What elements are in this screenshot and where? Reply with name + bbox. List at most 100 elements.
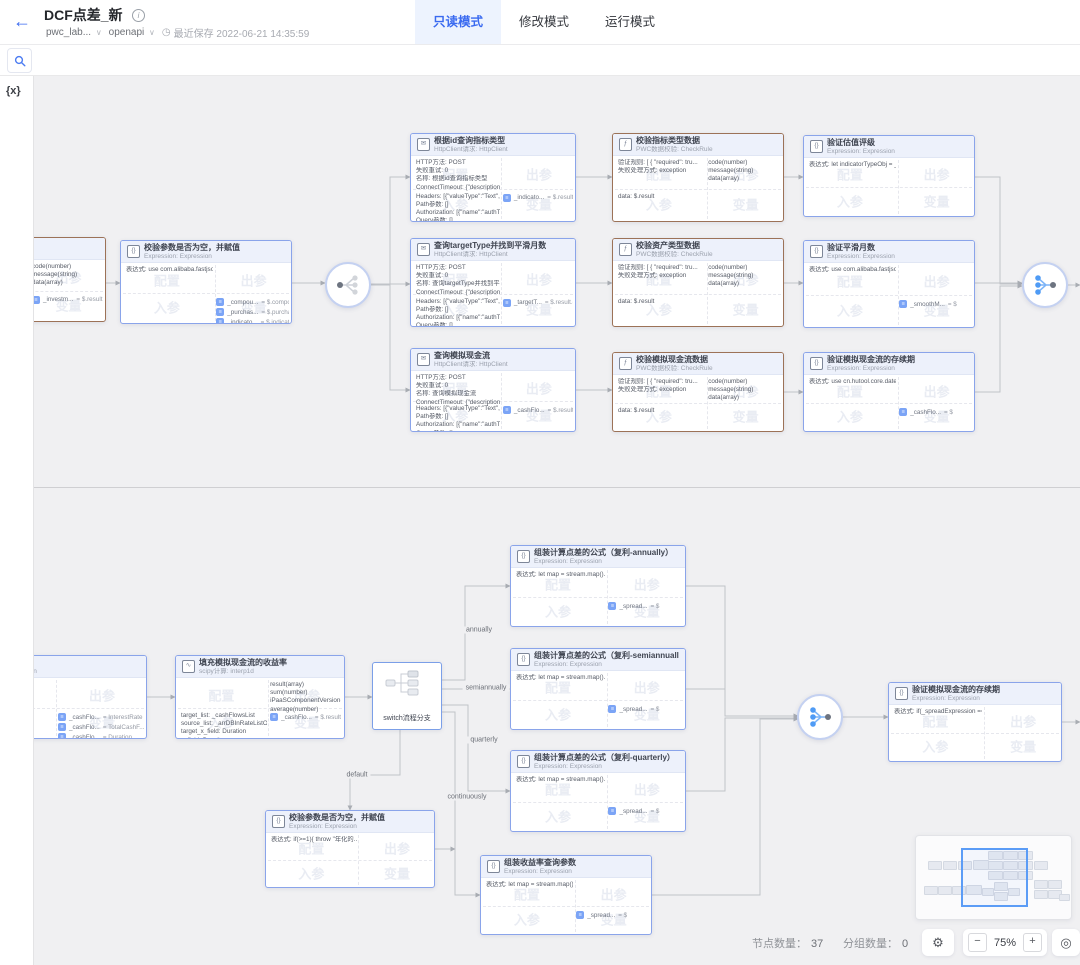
watermark-input: 入参 (154, 298, 180, 317)
fit-view-icon: ◎ (1060, 935, 1071, 951)
zoom-out-button[interactable]: − (968, 933, 987, 952)
variable-icon: ≡ (899, 408, 907, 416)
node-body: 配置 出参 入参 变量 验证规则: [ { "required": tru...… (613, 261, 783, 326)
variables-panel-toggle[interactable]: {x} (6, 85, 21, 97)
flow-node-verify-smooth-months[interactable]: {} 验证平滑月数 Expression: Expression 配置 出参 入… (803, 240, 975, 328)
tab-readonly-mode[interactable]: 只读模式 (415, 0, 501, 44)
node-body: 配置 出参 入参 变量 验证规则: [ { "required": tru...… (613, 156, 783, 221)
http-node-icon: ✉ (417, 353, 430, 366)
minimap[interactable] (915, 835, 1072, 920)
variable-icon: ≡ (216, 308, 224, 316)
quadrant-divider (806, 187, 972, 188)
node-output-variables: ≡_cashFlo... = $.result (270, 713, 342, 721)
minimap-node (928, 861, 942, 870)
info-icon[interactable]: i (132, 9, 145, 22)
node-header: {} 验证平滑月数 Expression: Expression (804, 241, 974, 263)
node-config-right: code(number)message(string)data(array) (708, 264, 780, 289)
node-output-variables: ≡_compou... = $.compoun...≡_purchas... =… (216, 298, 289, 323)
flow-node-formula-annually[interactable]: {} 组装计算点差的公式（复利-annually） Expression: Ex… (510, 545, 686, 627)
quadrant-divider (268, 860, 432, 861)
node-config-secondary: Headers: [{"valueType":"Text","n...Path参… (416, 405, 500, 431)
settings-button[interactable]: ⚙ (922, 929, 954, 956)
flow-node-check-params-assign-2[interactable]: {} 校验参数是否为空，并赋值 Expression: Expression 配… (265, 810, 435, 888)
join-connector-node[interactable] (797, 694, 843, 740)
node-subtitle: Expression: Expression (144, 253, 240, 261)
node-config: 表达式: let map = stream.map()... (486, 881, 573, 889)
flow-node-check-asset-type[interactable]: ƒ 校验资产类型数据 PWC数据校验: CheckRule 配置 出参 入参 变… (612, 238, 784, 327)
app-header: ← DCF点差_新 i pwc_lab... ∨ openapi ∨ ◷ 最近保… (0, 0, 1080, 45)
search-button[interactable] (7, 48, 32, 73)
http-node-icon: ✉ (417, 243, 430, 256)
node-output-variables: ≡_spread... = $ (576, 911, 649, 919)
minimap-node (1034, 861, 1048, 870)
flow-node-http-target-type[interactable]: ✉ 查询targetType并找到平滑月数 HttpClient请求: Http… (410, 238, 576, 327)
node-config: 表达式: let map = stream.map()... (516, 571, 605, 579)
variable-icon: ≡ (608, 705, 616, 713)
zoom-in-button[interactable]: + (1023, 933, 1042, 952)
join-connector-node[interactable] (1022, 262, 1068, 308)
environment-select[interactable]: openapi ∨ (109, 27, 155, 38)
watermark-variable: 变量 (733, 195, 759, 214)
node-header: ✉ 查询模拟现金流 HttpClient请求: HttpClient (411, 349, 575, 371)
node-config-right: code(number)message(string)data(array) (708, 378, 780, 403)
zoom-level: 75% (994, 937, 1016, 949)
watermark-input: 入参 (298, 863, 324, 882)
node-config-right: code(number)message(string)data(array) (32, 263, 102, 288)
chevron-down-icon: ∨ (96, 28, 102, 37)
flow-node-http-indicator-type[interactable]: ✉ 根据id查询指标类型 HttpClient请求: HttpClient 配置… (410, 133, 576, 222)
tab-edit-mode[interactable]: 修改模式 (501, 0, 587, 44)
tab-run-mode[interactable]: 运行模式 (587, 0, 673, 44)
flow-node-formula-quarterly[interactable]: {} 组装计算点差的公式（复利-quarterly） Expression: E… (510, 750, 686, 832)
variable-icon: ≡ (503, 406, 511, 414)
node-config: 表达式: use com.alibaba.fastjson... (809, 266, 896, 274)
node-body: 配置 出参 入参 变量 表达式: let map = stream.map().… (481, 878, 651, 934)
quadrant-divider (615, 403, 781, 404)
flow-node-verify-cash-flow-duration[interactable]: {} 验证模拟现金流的存续期 Expression: Expression 配置… (803, 352, 975, 432)
flow-node-verify-duration-final[interactable]: {} 验证模拟现金流的存续期 Expression: Expression 配置… (888, 682, 1062, 762)
flow-node-check-indicator-type[interactable]: ƒ 校验指标类型数据 PWC数据校验: CheckRule 配置 出参 入参 变… (612, 133, 784, 222)
node-subtitle: Expression: Expression (827, 365, 915, 373)
workspace-select[interactable]: pwc_lab... ∨ (46, 27, 102, 38)
edge-label-semiannually: semiannually (463, 685, 510, 692)
node-body: 配置 出参 入参 变量 表达式: use com.alibaba.fastjso… (121, 263, 291, 323)
flow-node-verify-valuation[interactable]: {} 验证估值评级 Expression: Expression 配置 出参 入… (803, 135, 975, 217)
node-header: ✉ 查询targetType并找到平滑月数 HttpClient请求: Http… (411, 239, 575, 261)
last-saved-status: ◷ 最近保存 2022-06-21 14:35:59 (162, 25, 309, 40)
node-config: 验证规则: [ { "required": tru...失败处理方式: exce… (618, 264, 705, 280)
node-config: HTTP方法: POST失败重试: 0名称: 查询模拟现金流ConnectTim… (416, 374, 500, 407)
chevron-down-icon: ∨ (149, 28, 155, 37)
watermark-input: 入参 (545, 806, 571, 825)
quadrant-divider (891, 733, 1059, 734)
flow-node-check-params-assign[interactable]: {} 校验参数是否为空，并赋值 Expression: Expression 配… (120, 240, 292, 324)
edge-label-continuously: continuously (445, 794, 490, 801)
quadrant-divider (513, 597, 683, 598)
flow-node-switch-branch[interactable]: switch流程分支 (372, 662, 442, 730)
flow-canvas[interactable]: {x} 节点数量：37 分组数量：0 ⚙ − 75% + ◎ ƒ 配置 出参 入… (0, 75, 1080, 965)
node-output-variables: ≡_spread... = $ (608, 602, 683, 610)
flow-node-http-cash-flow[interactable]: ✉ 查询模拟现金流 HttpClient请求: HttpClient 配置 出参… (410, 348, 576, 432)
edge-label-default: default (343, 772, 370, 779)
node-config: 表达式: if(>=1){ throw "年化的... (271, 836, 357, 844)
fork-connector-node[interactable] (325, 262, 371, 308)
variable-icon: ≡ (503, 194, 511, 202)
minimap-viewport[interactable] (961, 848, 1028, 907)
quadrant-divider (615, 189, 781, 190)
flow-node-yield-query-params[interactable]: {} 组装收益率查询参数 Expression: Expression 配置 出… (480, 855, 652, 935)
node-header: {} 组装计算点差的公式（复利-annually） Expression: Ex… (511, 546, 685, 568)
watermark-input: 入参 (545, 704, 571, 723)
node-config-secondary: target_list: _cashFlowsListsource_list: … (181, 712, 267, 738)
node-title: 校验资产类型数据 (636, 241, 713, 251)
node-subtitle: PWC数据校验: CheckRule (636, 146, 713, 154)
fit-view-button[interactable]: ◎ (1052, 929, 1080, 956)
clock-icon: ◷ (162, 27, 171, 38)
quadrant-divider (806, 403, 972, 404)
node-config: 表达式: let indicatorTypeObj = _i... (809, 161, 896, 169)
flow-node-formula-semiannually[interactable]: {} 组装计算点差的公式（复利-semiannually） Expression… (510, 648, 686, 730)
flow-node-check-cash-flow[interactable]: ƒ 校验模拟现金流数据 PWC数据校验: CheckRule 配置 出参 入参 … (612, 352, 784, 432)
flow-node-fill-yield[interactable]: ∿ 填充模拟现金流的收益率 scipy计算: interp1d 配置 出参 入参… (175, 655, 345, 739)
node-output-variables: ≡_smoothM... = $ (899, 300, 972, 308)
expr-node-icon: {} (810, 245, 823, 258)
node-body: 配置 出参 入参 变量 表达式: let map = stream.map().… (511, 773, 685, 831)
back-button[interactable]: ← (13, 10, 31, 32)
left-panel: {x} (0, 75, 34, 965)
